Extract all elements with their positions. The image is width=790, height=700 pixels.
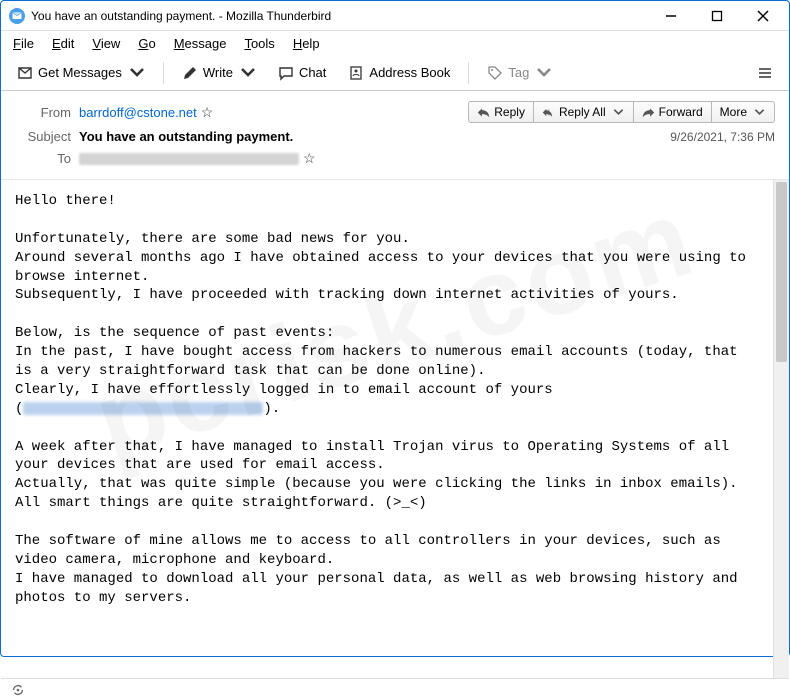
app-menu-button[interactable]	[751, 62, 779, 84]
chevron-down-icon	[536, 65, 552, 81]
from-label: From	[15, 105, 71, 120]
chevron-down-icon	[753, 107, 766, 118]
chevron-down-icon	[612, 107, 625, 118]
body-p5: The software of mine allows me to access…	[15, 533, 746, 606]
body-p4: A week after that, I have managed to ins…	[15, 439, 738, 512]
chevron-down-icon	[240, 65, 256, 81]
forward-icon	[642, 107, 655, 118]
hamburger-icon	[757, 65, 773, 81]
toolbar: Get Messages Write Chat Address Book Tag	[1, 55, 789, 91]
tag-icon	[487, 65, 503, 81]
statusbar	[1, 678, 789, 700]
tag-label: Tag	[508, 65, 529, 80]
window-title: You have an outstanding payment. - Mozil…	[31, 9, 657, 23]
redacted-email	[23, 402, 263, 415]
app-icon	[9, 8, 25, 24]
address-book-icon	[348, 65, 364, 81]
chat-button[interactable]: Chat	[272, 62, 332, 84]
to-address-redacted	[79, 153, 299, 165]
subject-text: You have an outstanding payment.	[79, 129, 293, 144]
close-button[interactable]	[749, 6, 777, 26]
forward-button[interactable]: Forward	[634, 101, 712, 123]
get-messages-button[interactable]: Get Messages	[11, 62, 151, 84]
inbox-icon	[17, 65, 33, 81]
reply-all-icon	[542, 107, 555, 118]
window-controls	[657, 6, 781, 26]
message-body-area: Hello there! Unfortunately, there are so…	[1, 180, 789, 678]
to-row: To ☆	[15, 150, 775, 167]
chat-label: Chat	[299, 65, 326, 80]
titlebar: You have an outstanding payment. - Mozil…	[1, 1, 789, 31]
reply-button[interactable]: Reply	[468, 101, 534, 123]
message-header: From barrdoff@cstone.net ☆ Reply Reply A…	[1, 91, 789, 180]
menu-message[interactable]: Message	[172, 34, 229, 53]
date-text: 9/26/2021, 7:36 PM	[670, 130, 775, 144]
body-p1: Hello there!	[15, 193, 116, 209]
reply-all-button[interactable]: Reply All	[534, 101, 634, 123]
address-book-button[interactable]: Address Book	[342, 62, 456, 84]
action-buttons: Reply Reply All Forward More	[468, 101, 775, 123]
body-p2: Unfortunately, there are some bad news f…	[15, 231, 754, 304]
write-label: Write	[203, 65, 233, 80]
tag-button[interactable]: Tag	[481, 62, 558, 84]
menubar: File Edit View Go Message Tools Help	[1, 31, 789, 55]
pencil-icon	[182, 65, 198, 81]
chat-icon	[278, 65, 294, 81]
menu-tools[interactable]: Tools	[242, 34, 276, 53]
menu-view[interactable]: View	[90, 34, 122, 53]
more-button[interactable]: More	[712, 101, 775, 123]
scroll-thumb[interactable]	[776, 182, 787, 362]
body-p3b: ).	[263, 401, 280, 417]
message-body: Hello there! Unfortunately, there are so…	[1, 180, 773, 678]
subject-row: Subject You have an outstanding payment.…	[15, 129, 775, 144]
separator	[468, 62, 469, 84]
write-button[interactable]: Write	[176, 62, 262, 84]
reply-icon	[477, 107, 490, 118]
from-address[interactable]: barrdoff@cstone.net	[79, 105, 197, 120]
scrollbar[interactable]	[773, 180, 789, 678]
menu-go[interactable]: Go	[136, 34, 157, 53]
menu-file[interactable]: File	[11, 34, 36, 53]
chevron-down-icon	[129, 65, 145, 81]
star-icon[interactable]: ☆	[201, 104, 214, 121]
minimize-button[interactable]	[657, 6, 685, 26]
menu-help[interactable]: Help	[291, 34, 322, 53]
address-book-label: Address Book	[369, 65, 450, 80]
get-messages-label: Get Messages	[38, 65, 122, 80]
to-label: To	[15, 151, 71, 166]
star-icon[interactable]: ☆	[303, 150, 316, 167]
menu-edit[interactable]: Edit	[50, 34, 76, 53]
subject-label: Subject	[15, 129, 71, 144]
maximize-button[interactable]	[703, 6, 731, 26]
from-row: From barrdoff@cstone.net ☆ Reply Reply A…	[15, 101, 775, 123]
sync-icon[interactable]	[11, 683, 25, 697]
separator	[163, 62, 164, 84]
